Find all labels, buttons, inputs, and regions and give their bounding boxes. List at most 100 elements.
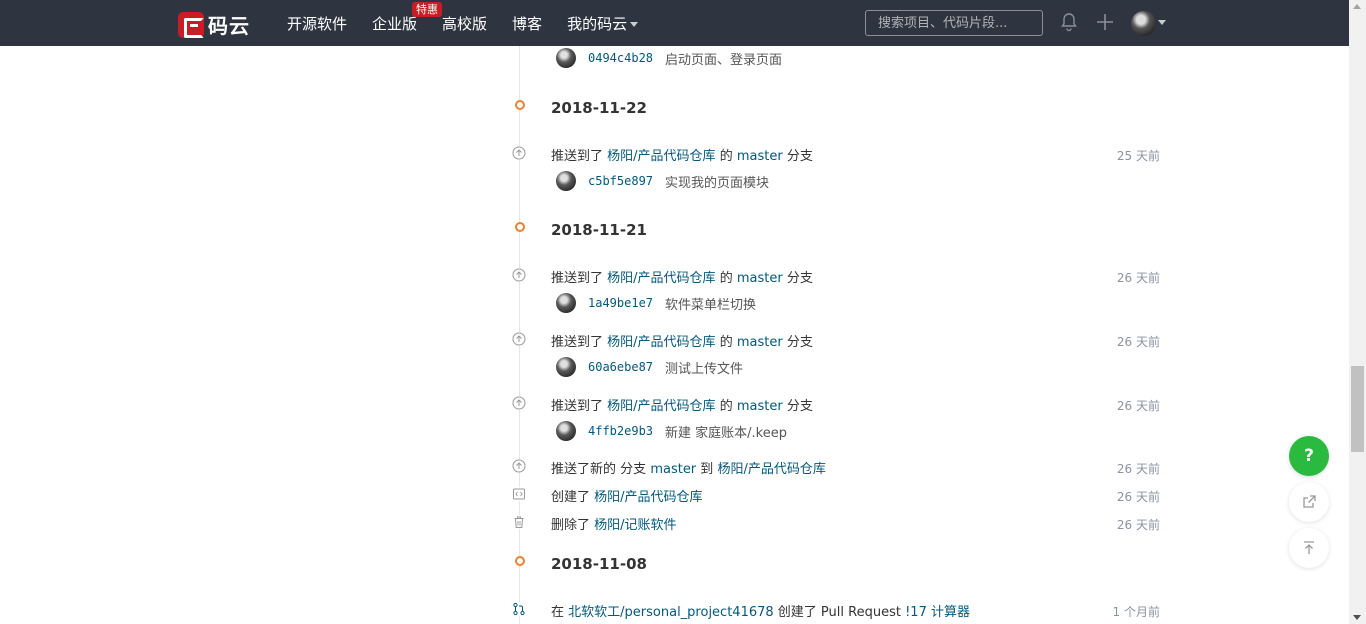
- event-time: 26 天前: [1116, 518, 1160, 532]
- scrollbar-thumb[interactable]: [1351, 366, 1364, 452]
- commit-row: 1a49be1e7 软件菜单栏切换: [556, 293, 756, 313]
- branch-link[interactable]: master: [737, 271, 783, 286]
- scroll-down-arrow-icon[interactable]: [1353, 615, 1361, 620]
- external-link-icon: [1303, 495, 1316, 508]
- repo-link[interactable]: 杨阳/产品代码仓库: [607, 335, 715, 350]
- share-button[interactable]: [1289, 482, 1329, 522]
- branch-link[interactable]: master: [650, 462, 696, 477]
- timeline-date: 2018-11-21: [551, 221, 647, 239]
- event-time: 26 天前: [1116, 335, 1160, 349]
- event-action: 删除了: [551, 518, 591, 533]
- gitee-logo-icon: [178, 11, 204, 38]
- nav-blog[interactable]: 博客: [512, 13, 542, 34]
- event-time: 26 天前: [1116, 462, 1160, 476]
- pull-request-icon: [512, 602, 526, 616]
- event-suffix: 分支: [786, 149, 813, 164]
- nav-open-source[interactable]: 开源软件: [287, 13, 347, 34]
- commit-sha-link[interactable]: 0494c4b28: [588, 51, 653, 65]
- event-action: 推送了新的: [551, 462, 617, 477]
- back-to-top-button[interactable]: [1289, 528, 1329, 568]
- commit-author-avatar[interactable]: [556, 171, 576, 191]
- commit-message: 实现我的页面模块: [665, 175, 770, 191]
- event-time: 26 天前: [1116, 490, 1160, 504]
- branch-link[interactable]: master: [737, 149, 783, 164]
- event-connector: 的: [719, 399, 733, 414]
- date-dot-icon: [515, 222, 525, 232]
- push-icon: [512, 268, 526, 282]
- repo-link[interactable]: 杨阳/产品代码仓库: [717, 462, 825, 477]
- event-text: 创建了 杨阳/产品代码仓库: [551, 486, 703, 505]
- commit-message: 新建 家庭账本/.keep: [665, 425, 787, 441]
- commit-row: 4ffb2e9b3 新建 家庭账本/.keep: [556, 421, 787, 441]
- repo-link[interactable]: 杨阳/产品代码仓库: [607, 399, 715, 414]
- commit-sha-link[interactable]: 60a6ebe87: [588, 360, 653, 374]
- event-time: 26 天前: [1116, 399, 1160, 413]
- event-connector: 的: [719, 271, 733, 286]
- commit-sha-link[interactable]: c5bf5e897: [588, 174, 653, 188]
- nav-my-gitee[interactable]: 我的码云: [567, 13, 639, 34]
- event-connector: 的: [719, 149, 733, 164]
- commit-author-avatar[interactable]: [556, 48, 576, 68]
- event-connector: 的: [719, 335, 733, 350]
- event-time: 25 天前: [1116, 149, 1160, 163]
- nav-education[interactable]: 高校版: [442, 13, 487, 34]
- event-time: 1 个月前: [1112, 605, 1160, 619]
- page-scrollbar[interactable]: [1349, 0, 1366, 624]
- nav-my-gitee-label: 我的码云: [567, 14, 628, 33]
- chevron-down-icon: [630, 21, 639, 27]
- nav-enterprise-label: 企业版: [372, 14, 418, 33]
- event-text: 在 北软软工/personal_project41678 创建了 Pull Re…: [551, 601, 970, 620]
- branch-link[interactable]: master: [737, 399, 783, 414]
- event-action: 推送到了: [551, 271, 604, 286]
- date-dot-icon: [515, 556, 525, 566]
- event-action: 推送到了: [551, 335, 604, 350]
- push-icon: [512, 396, 526, 410]
- event-suffix: 分支: [786, 399, 813, 414]
- commit-author-avatar[interactable]: [556, 421, 576, 441]
- main-nav: 开源软件 企业版 特惠 高校版 博客 我的码云: [287, 0, 663, 46]
- event-time: 26 天前: [1116, 271, 1160, 285]
- event-suffix: 分支: [786, 335, 813, 350]
- event-action: 推送到了: [551, 399, 604, 414]
- commit-message: 软件菜单栏切换: [665, 297, 757, 313]
- plus-icon[interactable]: [1096, 13, 1114, 31]
- commit-row: 0494c4b28 启动页面、登录页面: [556, 48, 782, 68]
- avatar-chevron-down-icon[interactable]: [1158, 20, 1166, 25]
- event-action: 创建了: [551, 490, 591, 505]
- branch-link[interactable]: master: [737, 335, 783, 350]
- top-navbar: 码云 开源软件 企业版 特惠 高校版 博客 我的码云: [0, 0, 1349, 46]
- commit-author-avatar[interactable]: [556, 357, 576, 377]
- event-suffix: 分支: [786, 271, 813, 286]
- code-repo-icon: [512, 487, 526, 501]
- repo-link[interactable]: 北软软工/personal_project41678: [568, 605, 774, 620]
- push-icon: [512, 459, 526, 473]
- gitee-logo[interactable]: 码云: [178, 10, 250, 39]
- commit-sha-link[interactable]: 4ffb2e9b3: [588, 424, 653, 438]
- event-action: 在: [551, 605, 565, 620]
- event-suffix: 到: [700, 462, 714, 477]
- user-avatar[interactable]: [1131, 11, 1156, 36]
- event-text: 推送到了 杨阳/产品代码仓库 的 master 分支: [551, 395, 813, 414]
- repo-link[interactable]: 杨阳/产品代码仓库: [594, 490, 702, 505]
- commit-author-avatar[interactable]: [556, 293, 576, 313]
- scroll-up-arrow-icon[interactable]: [1353, 4, 1361, 9]
- commit-row: 60a6ebe87 测试上传文件: [556, 357, 743, 377]
- help-button[interactable]: ?: [1289, 436, 1329, 476]
- nav-enterprise[interactable]: 企业版 特惠: [372, 1, 443, 34]
- push-icon: [512, 146, 526, 160]
- repo-link[interactable]: 杨阳/产品代码仓库: [607, 271, 715, 286]
- commit-row: c5bf5e897 实现我的页面模块: [556, 171, 769, 191]
- repo-link[interactable]: 杨阳/产品代码仓库: [607, 149, 715, 164]
- commit-message: 测试上传文件: [665, 361, 744, 377]
- logo-text: 码云: [208, 14, 250, 38]
- event-text: 推送到了 杨阳/产品代码仓库 的 master 分支: [551, 267, 813, 286]
- repo-link[interactable]: 杨阳/记账软件: [594, 518, 676, 533]
- event-text: 推送到了 杨阳/产品代码仓库 的 master 分支: [551, 145, 813, 164]
- timeline-date: 2018-11-22: [551, 99, 647, 117]
- promo-badge: 特惠: [412, 1, 443, 17]
- search-input[interactable]: [865, 10, 1043, 36]
- pull-request-link[interactable]: !17 计算器: [905, 605, 970, 620]
- bell-icon[interactable]: [1060, 12, 1078, 32]
- push-icon: [512, 332, 526, 346]
- commit-sha-link[interactable]: 1a49be1e7: [588, 296, 653, 310]
